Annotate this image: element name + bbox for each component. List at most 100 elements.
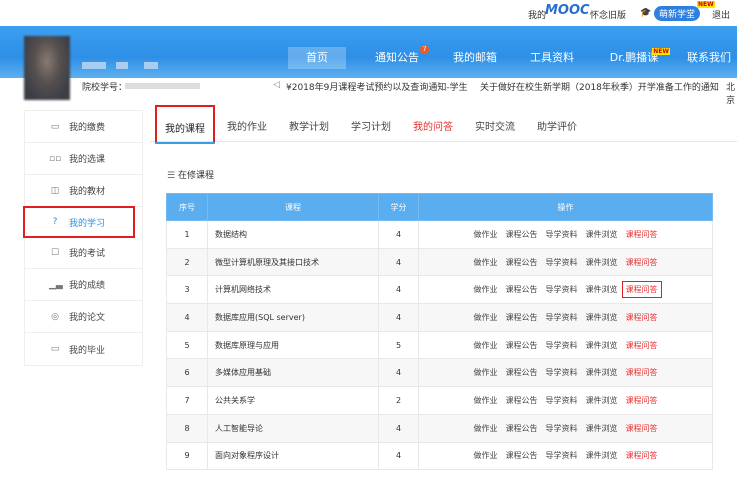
tab-evaluation[interactable]: 助学评价 xyxy=(537,118,577,133)
action-guide-link[interactable]: 导学资料 xyxy=(546,230,578,239)
nav-tools[interactable]: 工具资料 xyxy=(527,47,577,69)
cell-actions: 做作业 课程公告 导学资料 课件浏览 课程问答 xyxy=(418,358,713,388)
action-courseware-link[interactable]: 课件浏览 xyxy=(586,341,618,350)
tab-study-plan[interactable]: 学习计划 xyxy=(351,118,391,133)
paper-icon: ◎ xyxy=(51,311,59,322)
action-announcements-link[interactable]: 课程公告 xyxy=(506,313,538,322)
action-courseware-link[interactable]: 课件浏览 xyxy=(586,396,618,405)
ticker-item[interactable]: 北京 xyxy=(726,80,737,106)
action-qa-link[interactable]: 课程问答 xyxy=(626,258,658,267)
action-homework-link[interactable]: 做作业 xyxy=(474,258,498,267)
action-guide-link[interactable]: 导学资料 xyxy=(546,451,578,460)
ticker-item[interactable]: ¥2018年9月课程考试预约以及查询通知-学生 xyxy=(286,80,468,93)
sidebar-item-label: 我的成绩 xyxy=(69,281,106,291)
logout-link[interactable]: 退出 xyxy=(712,8,730,21)
sidebar-item-course-selection[interactable]: ▫▫ 我的选课 xyxy=(25,143,142,175)
old-version-link[interactable]: 怀念旧版 xyxy=(590,8,626,21)
sidebar-item-study[interactable]: ? 我的学习 xyxy=(23,206,135,238)
action-courseware-link[interactable]: 课件浏览 xyxy=(586,230,618,239)
name-blur xyxy=(116,62,128,69)
action-homework-link[interactable]: 做作业 xyxy=(474,396,498,405)
action-announcements-link[interactable]: 课程公告 xyxy=(506,424,538,433)
nav-notices[interactable]: 通知公告 7 xyxy=(373,45,429,69)
mooc-logo[interactable]: MOOC xyxy=(545,3,590,18)
cell-course: 数据库原理与应用 xyxy=(207,330,379,360)
sidebar-item-graduation[interactable]: ▭ 我的毕业 xyxy=(25,333,142,365)
nav-label: 通知公告 xyxy=(375,51,419,64)
tab-my-homework[interactable]: 我的作业 xyxy=(227,118,267,133)
action-homework-link[interactable]: 做作业 xyxy=(474,230,498,239)
action-guide-link[interactable]: 导学资料 xyxy=(546,258,578,267)
tab-my-qa[interactable]: 我的问答 xyxy=(413,118,453,133)
action-guide-link[interactable]: 导学资料 xyxy=(546,424,578,433)
cell-course: 微型计算机原理及其接口技术 xyxy=(207,247,379,277)
nav-dr-course[interactable]: Dr.鹏播课 NEW xyxy=(604,47,670,69)
graduation-icon: ▭ xyxy=(50,344,60,354)
action-courseware-link[interactable]: 课件浏览 xyxy=(586,313,618,322)
nav-label: 首页 xyxy=(306,51,328,64)
table-row: 6 多媒体应用基础 4 做作业 课程公告 导学资料 课件浏览 课程问答 xyxy=(166,358,713,388)
sidebar-item-exams[interactable]: ☐ 我的考试 xyxy=(25,237,142,269)
action-courseware-link[interactable]: 课件浏览 xyxy=(586,451,618,460)
action-guide-link[interactable]: 导学资料 xyxy=(546,341,578,350)
cell-course: 多媒体应用基础 xyxy=(207,358,379,388)
tab-teaching-plan[interactable]: 教学计划 xyxy=(289,118,329,133)
wallet-icon: ▭ xyxy=(50,121,60,132)
action-homework-link[interactable]: 做作业 xyxy=(474,313,498,322)
cell-no: 6 xyxy=(166,358,208,388)
cell-credit: 4 xyxy=(378,413,419,443)
action-homework-link[interactable]: 做作业 xyxy=(474,451,498,460)
cell-credit: 4 xyxy=(378,358,419,388)
sidebar-item-grades[interactable]: ▁▃ 我的成绩 xyxy=(25,269,142,301)
action-qa-link[interactable]: 课程问答 xyxy=(621,281,662,299)
sidebar-item-textbooks[interactable]: ◫ 我的教材 xyxy=(25,175,142,207)
action-guide-link[interactable]: 导学资料 xyxy=(546,285,578,294)
action-announcements-link[interactable]: 课程公告 xyxy=(506,285,538,294)
table-row: 3 计算机网络技术 4 做作业 课程公告 导学资料 课件浏览 课程问答 xyxy=(166,275,713,305)
nav-home[interactable]: 首页 xyxy=(288,47,346,69)
table-row: 5 数据库原理与应用 5 做作业 课程公告 导学资料 课件浏览 课程问答 xyxy=(166,330,713,360)
action-courseware-link[interactable]: 课件浏览 xyxy=(586,368,618,377)
action-qa-link[interactable]: 课程问答 xyxy=(626,368,658,377)
action-guide-link[interactable]: 导学资料 xyxy=(546,313,578,322)
tab-bar: 我的课程 我的作业 教学计划 学习计划 我的问答 实时交流 助学评价 xyxy=(150,105,737,144)
tab-live-chat[interactable]: 实时交流 xyxy=(475,118,515,133)
action-announcements-link[interactable]: 课程公告 xyxy=(506,451,538,460)
action-qa-link[interactable]: 课程问答 xyxy=(626,396,658,405)
sidebar-item-payment[interactable]: ▭ 我的缴费 xyxy=(25,111,142,143)
nav-contact[interactable]: 联系我们 xyxy=(684,47,734,69)
action-courseware-link[interactable]: 课件浏览 xyxy=(586,258,618,267)
chart-icon: ▁▃ xyxy=(49,279,63,290)
action-guide-link[interactable]: 导学资料 xyxy=(546,368,578,377)
action-qa-link[interactable]: 课程问答 xyxy=(626,313,658,322)
action-announcements-link[interactable]: 课程公告 xyxy=(506,258,538,267)
action-homework-link[interactable]: 做作业 xyxy=(474,285,498,294)
nav-mailbox[interactable]: 我的邮箱 xyxy=(450,47,500,69)
action-announcements-link[interactable]: 课程公告 xyxy=(506,341,538,350)
action-courseware-link[interactable]: 课件浏览 xyxy=(586,285,618,294)
sidebar-item-thesis[interactable]: ◎ 我的论文 xyxy=(25,301,142,333)
cell-credit: 4 xyxy=(378,247,419,277)
action-announcements-link[interactable]: 课程公告 xyxy=(506,230,538,239)
exam-icon: ☐ xyxy=(50,247,60,258)
action-guide-link[interactable]: 导学资料 xyxy=(546,396,578,405)
cell-course: 人工智能导论 xyxy=(207,413,379,443)
action-qa-link[interactable]: 课程问答 xyxy=(626,341,658,350)
speaker-icon: ◁ xyxy=(273,80,280,90)
new-learning-button[interactable]: 萌新学堂 xyxy=(654,6,701,21)
action-homework-link[interactable]: 做作业 xyxy=(474,341,498,350)
action-homework-link[interactable]: 做作业 xyxy=(474,368,498,377)
action-courseware-link[interactable]: 课件浏览 xyxy=(586,424,618,433)
cell-credit: 4 xyxy=(378,275,419,305)
cell-actions: 做作业 课程公告 导学资料 课件浏览 课程问答 xyxy=(418,220,713,249)
ticker-item[interactable]: 关于做好在校生新学期（2018年秋季）开学准备工作的通知 xyxy=(480,80,719,93)
action-qa-link[interactable]: 课程问答 xyxy=(626,230,658,239)
action-qa-link[interactable]: 课程问答 xyxy=(626,451,658,460)
action-announcements-link[interactable]: 课程公告 xyxy=(506,396,538,405)
tab-my-courses[interactable]: 我的课程 xyxy=(155,105,215,144)
action-announcements-link[interactable]: 课程公告 xyxy=(506,368,538,377)
cell-actions: 做作业 课程公告 导学资料 课件浏览 课程问答 xyxy=(418,303,713,332)
action-homework-link[interactable]: 做作业 xyxy=(474,424,498,433)
sidebar-item-label: 我的选课 xyxy=(69,155,106,165)
action-qa-link[interactable]: 课程问答 xyxy=(626,424,658,433)
